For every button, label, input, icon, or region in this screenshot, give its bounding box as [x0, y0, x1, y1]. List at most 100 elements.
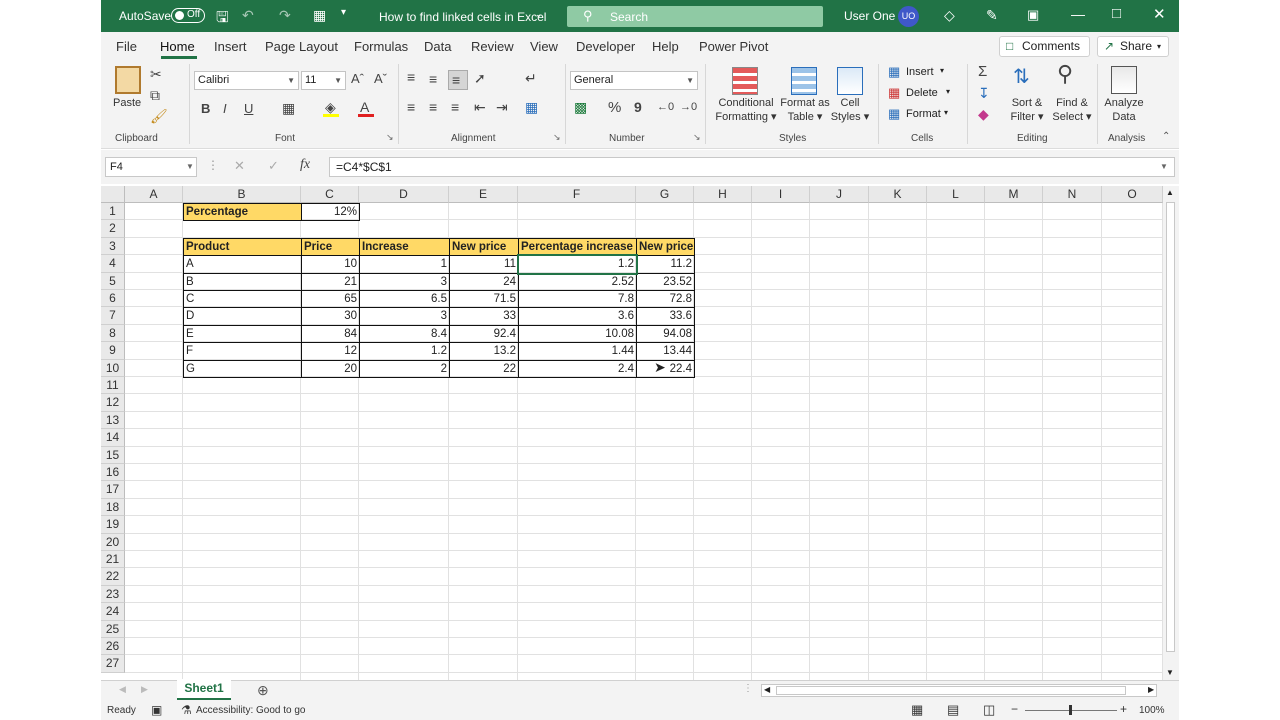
tab-formulas[interactable]: Formulas: [354, 39, 408, 54]
scroll-right-icon[interactable]: ▶: [1148, 685, 1154, 694]
zoom-slider-thumb[interactable]: [1069, 705, 1072, 715]
borders-icon[interactable]: ▦: [282, 100, 295, 117]
search-input[interactable]: ⚲ Search: [567, 6, 823, 27]
table-cell[interactable]: 12: [301, 342, 360, 361]
table-cell[interactable]: 8.4: [359, 324, 450, 344]
insert-function-button[interactable]: fx: [300, 157, 310, 173]
scroll-left-icon[interactable]: ◀: [764, 685, 770, 694]
analyze-data-label[interactable]: Analyze Data: [1101, 96, 1147, 124]
percentage-label-cell[interactable]: Percentage: [183, 203, 302, 222]
table-cell[interactable]: G: [183, 359, 302, 378]
sort-filter-icon[interactable]: ⇅: [1013, 64, 1030, 89]
increase-indent-icon[interactable]: ⇥: [496, 99, 508, 116]
row-header-19[interactable]: 19: [101, 516, 125, 534]
table-cell[interactable]: 22: [449, 359, 519, 378]
find-select-icon[interactable]: ⚲: [1057, 61, 1073, 87]
customize-qat-icon[interactable]: ▾: [341, 7, 346, 18]
bold-button[interactable]: B: [201, 101, 210, 116]
table-cell[interactable]: 3.6: [518, 307, 637, 326]
format-as-table-label[interactable]: Format as Table ▾: [777, 96, 833, 124]
row-header-16[interactable]: 16: [101, 464, 125, 482]
row-header-11[interactable]: 11: [101, 377, 125, 395]
orientation-icon[interactable]: ➚: [474, 70, 486, 87]
normal-view-icon[interactable]: ▦: [911, 702, 923, 718]
percentage-value-cell[interactable]: 12%: [301, 203, 360, 222]
table-cell[interactable]: 1.44: [518, 342, 637, 361]
row-header-17[interactable]: 17: [101, 481, 125, 499]
align-center-icon[interactable]: ≡: [429, 99, 437, 115]
row-header-13[interactable]: 13: [101, 411, 125, 430]
tab-view[interactable]: View: [530, 39, 558, 54]
tab-file[interactable]: File: [116, 39, 137, 54]
dialog-launcher-icon[interactable]: ↘: [386, 132, 394, 143]
paste-icon[interactable]: [115, 66, 141, 94]
column-header-K[interactable]: K: [869, 186, 927, 203]
table-header-cell[interactable]: Product: [183, 237, 302, 257]
table-cell[interactable]: 2.52: [518, 272, 637, 291]
delete-cells-label[interactable]: Delete: [906, 87, 938, 99]
autosave-toggle[interactable]: Off: [171, 8, 205, 23]
tab-review[interactable]: Review: [471, 39, 514, 54]
row-header-18[interactable]: 18: [101, 498, 125, 517]
table-cell[interactable]: 10: [301, 255, 360, 274]
row-header-12[interactable]: 12: [101, 394, 125, 412]
decrease-font-icon[interactable]: Aˇ: [374, 71, 387, 86]
fill-icon[interactable]: ↧: [978, 85, 990, 102]
ribbon-display-icon[interactable]: ▣: [1027, 7, 1039, 23]
table-header-cell[interactable]: Increase: [359, 237, 450, 257]
redo-icon[interactable]: ↷: [279, 7, 291, 24]
scroll-thumb[interactable]: [1166, 202, 1175, 652]
align-top-icon[interactable]: ≡: [407, 69, 415, 85]
underline-button[interactable]: U: [244, 101, 253, 116]
comments-button[interactable]: □ Comments: [999, 36, 1090, 57]
format-cells-icon[interactable]: ▦: [888, 106, 900, 122]
scroll-thumb[interactable]: [776, 686, 1126, 695]
enter-icon[interactable]: ✓: [268, 158, 279, 174]
conditional-formatting-icon[interactable]: [732, 67, 758, 95]
horizontal-scrollbar[interactable]: ◀ ▶: [761, 684, 1157, 697]
tab-help[interactable]: Help: [652, 39, 679, 54]
number-format-select[interactable]: General ▼: [570, 71, 698, 90]
table-cell[interactable]: 65: [301, 290, 360, 309]
row-header-2[interactable]: 2: [101, 220, 125, 238]
insert-cells-icon[interactable]: ▦: [888, 64, 900, 80]
format-painter-icon[interactable]: 🖌: [150, 108, 168, 125]
title-chevron-down-icon[interactable]: ⌄: [535, 9, 543, 20]
column-header-N[interactable]: N: [1043, 186, 1102, 203]
column-header-A[interactable]: A: [125, 186, 183, 203]
close-icon[interactable]: ✕: [1153, 5, 1166, 23]
table-header-cell[interactable]: New price: [636, 237, 695, 257]
avatar[interactable]: UO: [898, 6, 919, 27]
font-color-icon[interactable]: A: [360, 99, 369, 115]
pen-icon[interactable]: ✎: [986, 7, 998, 24]
row-header-25[interactable]: 25: [101, 620, 125, 638]
clear-icon[interactable]: ◆: [978, 106, 989, 123]
name-box[interactable]: F4 ▼: [105, 157, 197, 177]
cell-styles-icon[interactable]: [837, 67, 863, 95]
format-as-table-icon[interactable]: [791, 67, 817, 95]
row-header-26[interactable]: 26: [101, 638, 125, 656]
table-cell[interactable]: 1.2: [359, 342, 450, 361]
table-cell[interactable]: 23.52: [636, 272, 695, 291]
table-cell[interactable]: 3: [359, 307, 450, 326]
maximize-icon[interactable]: □: [1112, 5, 1121, 22]
row-header-10[interactable]: 10: [101, 359, 125, 377]
delete-cells-icon[interactable]: ▦: [888, 85, 900, 101]
formula-input[interactable]: =C4*$C$1 ▼: [329, 157, 1175, 177]
chevron-down-icon[interactable]: ▾: [944, 108, 948, 117]
user-name[interactable]: User One: [844, 9, 895, 23]
analyze-data-icon[interactable]: [1111, 66, 1137, 94]
row-header-14[interactable]: 14: [101, 429, 125, 447]
accounting-format-icon[interactable]: ▩: [574, 99, 587, 116]
chevron-down-icon[interactable]: ▾: [940, 66, 944, 75]
table-cell[interactable]: 7.8: [518, 290, 637, 309]
cancel-icon[interactable]: ✕: [234, 158, 245, 174]
tab-power-pivot[interactable]: Power Pivot: [699, 39, 768, 54]
table-cell[interactable]: 20: [301, 359, 360, 378]
table-cell[interactable]: 84: [301, 324, 360, 344]
column-header-H[interactable]: H: [694, 186, 752, 203]
table-cell[interactable]: 11: [449, 255, 519, 274]
splitter-icon[interactable]: ⋮: [743, 683, 753, 694]
row-header-9[interactable]: 9: [101, 342, 125, 360]
row-header-5[interactable]: 5: [101, 272, 125, 290]
